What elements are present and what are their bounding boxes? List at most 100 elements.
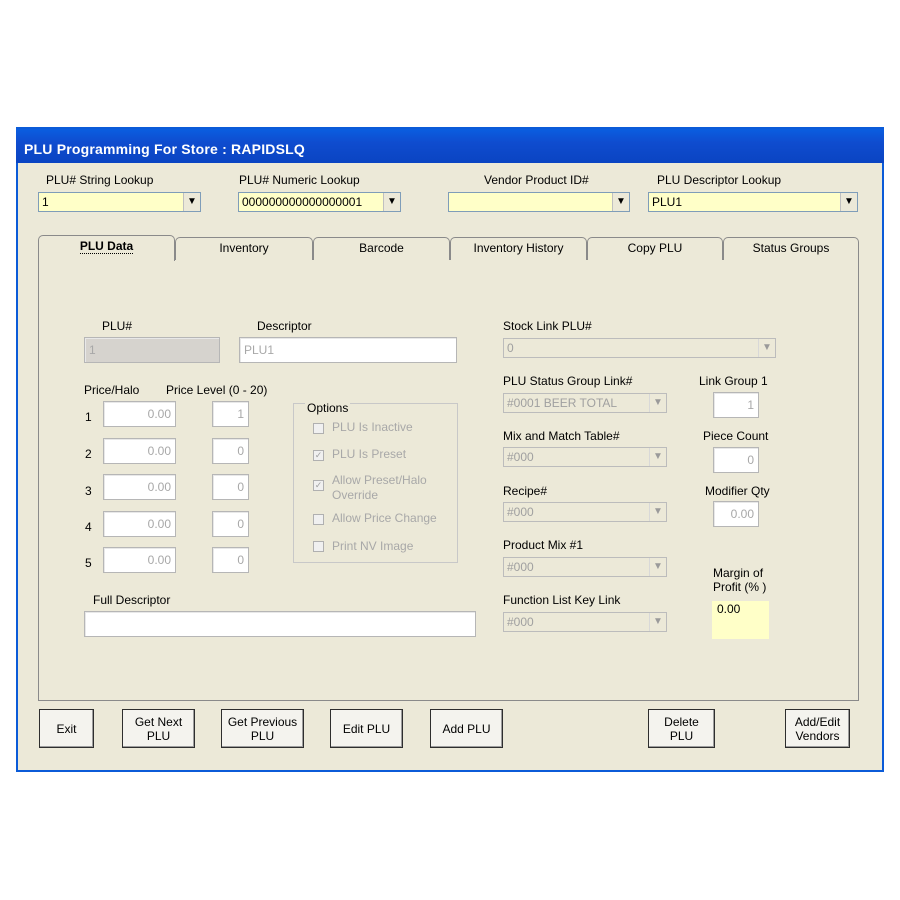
checkbox-icon[interactable]: ✓ <box>313 450 324 461</box>
add-plu-button[interactable]: Add PLU <box>430 709 503 748</box>
price-level-field[interactable]: 0 <box>212 547 249 573</box>
get-next-label: Get Next <box>134 714 183 729</box>
vendor-lookup-combo[interactable]: ▼ <box>448 192 630 212</box>
link-group-field[interactable]: 1 <box>713 392 759 418</box>
price-field[interactable]: 0.00 <box>103 511 176 537</box>
piece-count-field[interactable]: 0 <box>713 447 759 473</box>
vendor-lookup-label: Vendor Product ID# <box>484 173 589 187</box>
chevron-down-icon[interactable]: ▼ <box>758 339 775 357</box>
product-mix-combo[interactable]: #000 ▼ <box>503 557 667 577</box>
tab-label: PLU Data <box>79 239 134 254</box>
window-title: PLU Programming For Store : RAPIDSLQ <box>24 141 305 157</box>
product-mix-label: Product Mix #1 <box>503 538 584 552</box>
get-previous-label-2: PLU <box>250 728 275 743</box>
descriptor-lookup-label: PLU Descriptor Lookup <box>657 173 782 187</box>
descriptor-label: Descriptor <box>257 319 312 333</box>
get-next-plu-button[interactable]: Get Next PLU <box>122 709 195 748</box>
margin-label-2: Profit (% ) <box>713 580 767 594</box>
plu-number-value: 1 <box>89 343 96 357</box>
string-lookup-combo[interactable]: 1 ▼ <box>38 192 201 212</box>
price-level-field[interactable]: 0 <box>212 438 249 464</box>
recipe-combo[interactable]: #000 ▼ <box>503 502 667 522</box>
status-group-combo[interactable]: #0001 BEER TOTAL ▼ <box>503 393 667 413</box>
price-level-field[interactable]: 0 <box>212 511 249 537</box>
delete-plu-button[interactable]: Delete PLU <box>648 709 715 748</box>
chevron-down-icon[interactable]: ▼ <box>383 193 400 211</box>
exit-button-label: Exit <box>56 721 77 736</box>
string-lookup-value: 1 <box>42 195 49 209</box>
full-descriptor-field[interactable] <box>84 611 476 637</box>
option-allow-preset-label: Allow Preset/Halo <box>332 473 427 487</box>
descriptor-lookup-combo[interactable]: PLU1 ▼ <box>648 192 858 212</box>
checkbox-icon[interactable] <box>313 423 324 434</box>
descriptor-lookup-value: PLU1 <box>652 195 683 209</box>
price-value: 0.00 <box>147 480 171 494</box>
option-print-nv-label: Print NV Image <box>332 539 414 553</box>
add-plu-label: Add PLU <box>442 721 491 736</box>
get-previous-plu-button[interactable]: Get Previous PLU <box>221 709 304 748</box>
price-level-field[interactable]: 0 <box>212 474 249 500</box>
price-row-number: 5 <box>85 556 92 570</box>
checkbox-icon[interactable]: ✓ <box>313 480 324 491</box>
chevron-down-icon[interactable]: ▼ <box>612 193 629 211</box>
chevron-down-icon[interactable]: ▼ <box>649 558 666 576</box>
chevron-down-icon[interactable]: ▼ <box>649 448 666 466</box>
option-allow-preset-label-2: Override <box>332 488 379 502</box>
price-row-number: 2 <box>85 447 92 461</box>
numeric-lookup-combo[interactable]: 000000000000000001 ▼ <box>238 192 401 212</box>
tab-status-groups[interactable]: Status Groups <box>723 237 859 260</box>
price-level-value: 0 <box>237 553 244 567</box>
price-level-value: 0 <box>237 517 244 531</box>
numeric-lookup-label: PLU# Numeric Lookup <box>239 173 360 187</box>
edit-plu-button[interactable]: Edit PLU <box>330 709 403 748</box>
price-row-number: 1 <box>85 410 92 424</box>
chevron-down-icon[interactable]: ▼ <box>649 503 666 521</box>
chevron-down-icon[interactable]: ▼ <box>840 193 857 211</box>
price-value: 0.00 <box>147 407 171 421</box>
price-field[interactable]: 0.00 <box>103 438 176 464</box>
price-field[interactable]: 0.00 <box>103 547 176 573</box>
plu-number-field[interactable]: 1 <box>84 337 220 363</box>
tab-label: Inventory History <box>473 241 564 255</box>
price-value: 0.00 <box>147 444 171 458</box>
add-edit-vendors-button[interactable]: Add/Edit Vendors <box>785 709 850 748</box>
price-field[interactable]: 0.00 <box>103 401 176 427</box>
tab-label: Inventory <box>219 241 269 255</box>
price-field[interactable]: 0.00 <box>103 474 176 500</box>
function-list-combo[interactable]: #000 ▼ <box>503 612 667 632</box>
descriptor-value: PLU1 <box>244 343 275 357</box>
checkbox-icon[interactable] <box>313 514 324 525</box>
price-value: 0.00 <box>147 553 171 567</box>
mix-match-combo[interactable]: #000 ▼ <box>503 447 667 467</box>
chevron-down-icon[interactable]: ▼ <box>649 394 666 412</box>
stock-link-combo[interactable]: 0 ▼ <box>503 338 776 358</box>
numeric-lookup-value: 000000000000000001 <box>242 195 363 209</box>
chevron-down-icon[interactable]: ▼ <box>183 193 200 211</box>
get-previous-label: Get Previous <box>227 714 298 729</box>
tab-copy-plu[interactable]: Copy PLU <box>587 237 723 260</box>
option-plu-preset-label: PLU Is Preset <box>332 447 407 461</box>
chevron-down-icon[interactable]: ▼ <box>649 613 666 631</box>
price-level-field[interactable]: 1 <box>212 401 249 427</box>
stock-link-value: 0 <box>507 341 514 355</box>
checkbox-icon[interactable] <box>313 541 324 552</box>
status-group-value: #0001 BEER TOTAL <box>507 396 618 410</box>
recipe-label: Recipe# <box>503 484 548 498</box>
modifier-qty-value: 0.00 <box>730 507 754 521</box>
modifier-qty-field[interactable]: 0.00 <box>713 501 759 527</box>
tab-inventory-history[interactable]: Inventory History <box>450 237 587 260</box>
price-level-value: 0 <box>237 444 244 458</box>
options-label: Options <box>305 401 351 415</box>
exit-button[interactable]: Exit <box>39 709 94 748</box>
link-group-label: Link Group 1 <box>699 374 768 388</box>
tab-barcode[interactable]: Barcode <box>313 237 450 260</box>
descriptor-field[interactable]: PLU1 <box>239 337 457 363</box>
recipe-value: #000 <box>507 505 534 519</box>
piece-count-label: Piece Count <box>703 429 769 443</box>
tab-label: Copy PLU <box>627 241 683 255</box>
tab-plu-data[interactable]: PLU Data <box>38 235 175 261</box>
full-descriptor-label: Full Descriptor <box>93 593 171 607</box>
link-group-value: 1 <box>747 398 754 412</box>
status-group-label: PLU Status Group Link# <box>503 374 633 388</box>
tab-inventory[interactable]: Inventory <box>175 237 313 260</box>
